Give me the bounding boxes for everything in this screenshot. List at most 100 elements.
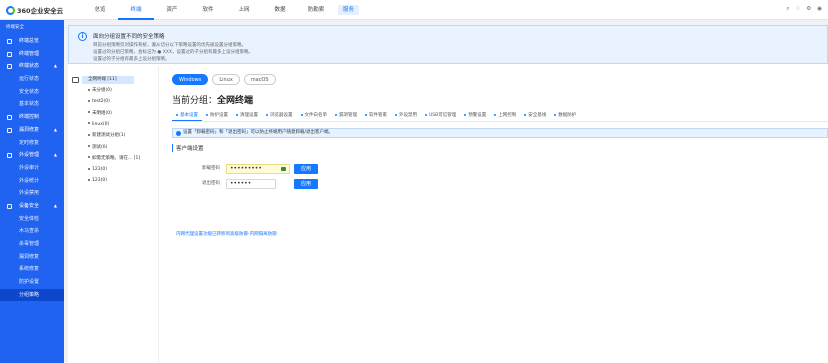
policy-tab[interactable]: USB可信管理 (421, 110, 460, 121)
sidebar-item-label: 木马查杀 (19, 228, 40, 235)
page-title: 当前分组：全网终端 (172, 93, 253, 106)
sidebar-item[interactable]: 外设禁用 (0, 187, 64, 200)
policy-tab[interactable]: 软件管家 (361, 110, 391, 121)
policy-tab[interactable]: 基本设置 (172, 110, 202, 121)
policy-tab[interactable]: 预警设置 (460, 110, 490, 121)
tree-node[interactable]: 未分组(0) (88, 87, 112, 95)
proxy-setting-link[interactable]: 内网代理设置功能已转移到高级防御-内网隔离防御 (176, 231, 277, 237)
policy-tab-label: 浏览器设置 (270, 113, 293, 118)
os-tabs: Windows Linux macOS (172, 74, 276, 85)
policy-tab[interactable]: 漏洞管理 (331, 110, 361, 121)
tree-node[interactable]: 123(0) (88, 177, 107, 185)
sidebar-item[interactable]: 系统修复 (0, 263, 64, 276)
tree-node-label: 未明组(0) (92, 110, 112, 116)
sidebar-item-label: 外设统计 (19, 177, 40, 184)
top-nav-item[interactable]: 终端 (118, 0, 154, 20)
sidebar-item[interactable]: 安全体检 (0, 213, 64, 226)
sidebar-item-label: 安全状态 (19, 88, 40, 95)
sidebar-item[interactable]: 杀毒管理 (0, 238, 64, 251)
policy-tab[interactable]: 外设禁用 (391, 110, 421, 121)
top-nav-item[interactable]: 数据 (262, 0, 298, 20)
top-nav-item[interactable]: 总览 (82, 0, 118, 20)
search-icon[interactable]: ⌕ (786, 6, 789, 13)
policy-tab-label: 上网控制 (498, 113, 517, 118)
user-icon[interactable]: ◉ (817, 6, 822, 13)
policy-tab-label: USB可信管理 (429, 113, 457, 118)
chevron-up-icon: ▲ (53, 202, 57, 208)
key-icon[interactable] (281, 167, 286, 171)
tree-dot-icon (88, 145, 90, 147)
tree-node-root[interactable]: 全网终端 [11] (82, 76, 134, 84)
top-nav-item[interactable]: 资产 (154, 0, 190, 20)
sidebar-item[interactable]: 基本状态 (0, 98, 64, 111)
sidebar-item[interactable]: 定时修复 (0, 137, 64, 150)
sidebar-item[interactable]: 终端控制 (0, 111, 64, 124)
policy-tab-label: 漏洞管理 (339, 113, 357, 118)
sidebar-item[interactable]: 外设统计 (0, 175, 64, 188)
sidebar-item[interactable]: 外设审计 (0, 162, 64, 175)
exit-password-input[interactable]: •••••• (226, 179, 276, 189)
shield-icon (7, 203, 12, 209)
apply-uninstall-button[interactable]: 应用 (294, 164, 318, 174)
sidebar-item[interactable]: 漏洞修复 ▲ (0, 124, 64, 137)
bell-icon[interactable]: ♢ (795, 6, 800, 13)
sidebar-item[interactable]: 运行状态 (0, 73, 64, 86)
top-nav-item[interactable]: 软件 (190, 0, 226, 20)
sidebar-item[interactable]: 分组策略 (0, 288, 64, 302)
tree-node-label: 新建测试分组(1) (92, 133, 126, 139)
policy-tab[interactable]: 文件白名单 (297, 110, 332, 121)
policy-tab[interactable]: 数据防护 (550, 110, 580, 121)
app-logo[interactable]: 360企业安全云 (6, 5, 63, 15)
top-nav-item[interactable]: 防勒索 (298, 0, 334, 20)
tree-dot-icon (88, 88, 90, 91)
policy-tab[interactable]: 清理设置 (232, 110, 262, 121)
sidebar-item[interactable]: 设备安全 ▲ (0, 200, 64, 213)
tree-node[interactable]: 123(0) (88, 166, 107, 174)
policy-tab-label: 外设禁用 (399, 113, 417, 118)
tab-dot-icon (266, 113, 268, 116)
info-icon: i (78, 32, 87, 41)
tree-node[interactable]: 测试(0) (88, 144, 107, 152)
banner-title: 面向分组设置不同的安全策略 (93, 34, 165, 40)
policy-tab[interactable]: 上网控制 (490, 110, 520, 121)
tree-dot-icon (88, 178, 90, 181)
sidebar-item[interactable]: 终端状态 ▲ (0, 60, 64, 73)
policy-panel: Windows Linux macOS 当前分组：全网终端 基本设置 防护设置 清理设置… (160, 66, 828, 363)
sidebar-item[interactable]: 外设管理 ▲ (0, 149, 64, 162)
tree-node-label: 123(0) (92, 178, 107, 184)
tab-dot-icon (206, 113, 208, 116)
os-tab[interactable]: Windows (172, 74, 209, 85)
uninstall-password-input[interactable]: ••••••••• (226, 164, 290, 174)
tree-node[interactable]: linux(0) (88, 121, 109, 129)
sidebar-item[interactable]: 安全状态 (0, 86, 64, 99)
tree-node[interactable]: 如需无策略。请在... [1] (88, 155, 140, 163)
top-nav-item[interactable]: 上网 (226, 0, 262, 20)
sidebar-item-label: 系统修复 (19, 266, 40, 273)
sidebar-item-label: 终端状态 (19, 63, 40, 70)
chevron-up-icon: ▲ (53, 63, 57, 69)
apply-exit-button[interactable]: 应用 (294, 179, 318, 189)
sidebar-item[interactable]: 终端总览 (0, 35, 64, 48)
sidebar-item[interactable]: 终端管理 (0, 48, 64, 61)
settings-icon[interactable]: ⚙ (806, 6, 811, 13)
tree-node[interactable]: 新建测试分组(1) (88, 132, 125, 140)
info-banner: i 面向分组设置不同的安全策略 目前分组策略仅对操作系统，遵从切分以下策略设置的… (68, 25, 828, 64)
tree-node[interactable]: 未明组(0) (88, 110, 112, 118)
service-button[interactable]: 服务 (338, 5, 360, 15)
tree-node[interactable]: test2(0) (88, 98, 110, 106)
sidebar-item[interactable]: 漏洞修复 (0, 251, 64, 264)
sidebar-item-label: 基本状态 (19, 101, 40, 108)
os-tab[interactable]: macOS (243, 74, 276, 85)
sidebar-item[interactable]: 防护设置 (0, 276, 64, 289)
section-title: 客户端设置 (172, 144, 204, 152)
tree-toggle-icon[interactable] (72, 77, 79, 83)
os-tab[interactable]: Linux (212, 74, 240, 85)
policy-tab[interactable]: 浏览器设置 (262, 110, 297, 121)
policy-tab-label: 文件白名单 (304, 113, 328, 118)
sidebar-item-label: 漏洞修复 (19, 253, 40, 260)
policy-tab[interactable]: 安全基线 (520, 110, 550, 121)
policy-tab-label: 安全基线 (528, 113, 547, 118)
sidebar-item-label: 外设禁用 (19, 190, 40, 197)
policy-tab[interactable]: 防护设置 (202, 110, 232, 121)
sidebar-item[interactable]: 木马查杀 (0, 225, 64, 238)
